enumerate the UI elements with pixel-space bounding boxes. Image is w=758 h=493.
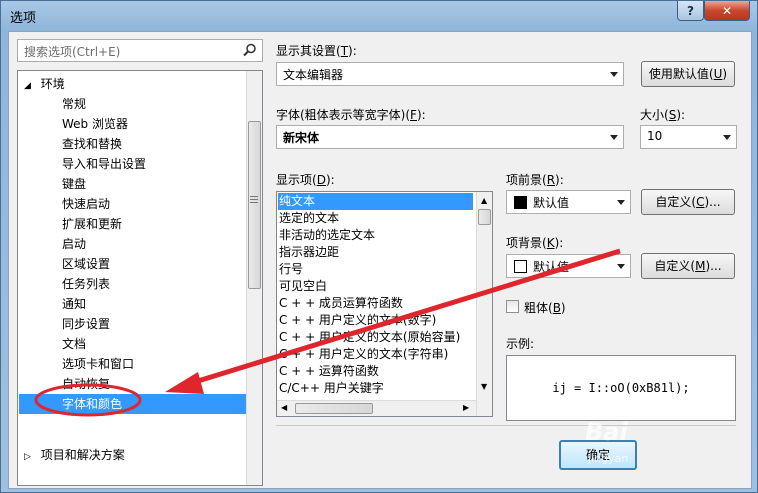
use-defaults-button[interactable]: 使用默认值(U) bbox=[641, 61, 735, 87]
tree-root-label: 项目和解决方案 bbox=[40, 448, 125, 462]
tree-scrollbar[interactable] bbox=[246, 71, 262, 485]
grip-icon bbox=[250, 196, 258, 197]
background-custom-button[interactable]: 自定义(M)... bbox=[641, 253, 735, 279]
dropdown-arrow-icon bbox=[617, 264, 625, 269]
tree-root-label: 环境 bbox=[40, 77, 65, 91]
tree-root-environment[interactable]: ◢ 环境 bbox=[24, 74, 65, 94]
hscroll-thumb[interactable] bbox=[295, 403, 373, 414]
sample-text: ij = I::oO(0xB81l); bbox=[552, 381, 690, 395]
display-items-scrollbar[interactable]: ▲ ▼ bbox=[476, 192, 492, 416]
tree-item[interactable]: 快速启动 bbox=[62, 194, 110, 214]
foreground-combo[interactable]: 默认值 bbox=[506, 190, 631, 214]
close-button[interactable]: ✕ bbox=[704, 1, 750, 21]
tree-scroll-thumb[interactable] bbox=[248, 121, 261, 289]
tree-item[interactable]: 导入和导出设置 bbox=[62, 154, 146, 174]
tree-item[interactable]: 文档 bbox=[62, 334, 86, 354]
dropdown-arrow-icon bbox=[610, 135, 618, 140]
scroll-up-icon[interactable]: ▲ bbox=[481, 196, 487, 205]
background-label: 项背景(K): bbox=[506, 236, 564, 250]
window-title: 选项 bbox=[10, 11, 37, 26]
tree-item[interactable]: 字体和颜色 bbox=[19, 394, 246, 414]
bold-checkbox[interactable] bbox=[506, 300, 519, 313]
options-tree[interactable]: ◢ 环境 常规 Web 浏览器 查找和替换 导入和导出设置 键盘 快速启动 扩展和更新 启动区… bbox=[17, 70, 263, 486]
options-dialog: 选项 ? ✕ 搜索选项(Ctrl+E) ◢ 环境 常规 Web 浏览器 查找和替换导… bbox=[0, 0, 758, 493]
display-items-list[interactable]: 纯文本 选定的文本 非活动的选定文本 指示器边距 行号 可见空白 C + + 成员运算符函数… bbox=[276, 191, 493, 417]
tree-item[interactable]: 选项卡和窗口 bbox=[62, 354, 134, 374]
display-item[interactable]: 可见空白 bbox=[279, 278, 327, 295]
tree-item[interactable]: 通知 bbox=[62, 294, 86, 314]
expand-icon[interactable]: ▷ bbox=[24, 452, 31, 462]
background-value: 默认值 bbox=[533, 260, 570, 274]
display-item[interactable]: C/C++ 用户关键字 bbox=[279, 380, 384, 397]
tree-item[interactable]: 常规 bbox=[62, 94, 86, 114]
font-value: 新宋体 bbox=[283, 131, 320, 145]
tree-item[interactable]: Web 浏览器 bbox=[62, 114, 128, 134]
separator bbox=[276, 425, 736, 426]
tree-item[interactable]: 扩展和更新 bbox=[62, 214, 122, 234]
collapse-icon[interactable]: ◢ bbox=[24, 81, 31, 91]
display-item[interactable]: 指示器边距 bbox=[279, 244, 339, 261]
foreground-custom-button[interactable]: 自定义(C)... bbox=[641, 189, 735, 215]
size-combo[interactable]: 10 bbox=[640, 125, 737, 149]
display-item[interactable]: C + + 用户定义的文本(字符串) bbox=[279, 346, 448, 363]
display-item[interactable]: 选定的文本 bbox=[279, 210, 339, 227]
dropdown-arrow-icon bbox=[610, 72, 618, 77]
tree-item[interactable]: 查找和替换 bbox=[62, 134, 122, 154]
foreground-value: 默认值 bbox=[533, 196, 570, 210]
display-settings-label: 显示其设置(T): bbox=[276, 44, 357, 58]
display-settings-value: 文本编辑器 bbox=[283, 68, 344, 82]
tree-item[interactable]: 任务列表 bbox=[62, 274, 110, 294]
display-items-label: 显示项(D): bbox=[276, 173, 335, 187]
dialog-client-area: 搜索选项(Ctrl+E) ◢ 环境 常规 Web 浏览器 查找和替换 导入和导出设置键… bbox=[8, 31, 752, 489]
display-item[interactable]: C + + 成员运算符函数 bbox=[279, 295, 403, 312]
title-bar[interactable]: 选项 ? ✕ bbox=[1, 1, 758, 31]
scroll-left-icon[interactable]: ◀ bbox=[281, 403, 287, 412]
background-color-swatch bbox=[514, 260, 527, 273]
scroll-down-icon[interactable]: ▼ bbox=[481, 382, 487, 391]
search-input[interactable]: 搜索选项(Ctrl+E) bbox=[17, 39, 263, 62]
display-item[interactable]: 纯文本 bbox=[278, 193, 473, 210]
display-items-hscrollbar[interactable]: ◀ ▶ bbox=[277, 400, 476, 416]
question-icon: ? bbox=[687, 3, 694, 18]
tree-item[interactable]: 键盘 bbox=[62, 174, 86, 194]
display-item[interactable]: C + + 用户定义的文本(原始容量) bbox=[279, 329, 460, 346]
baidu-watermark-sub: jingyan bbox=[588, 452, 629, 465]
close-icon: ✕ bbox=[721, 3, 733, 18]
size-value: 10 bbox=[647, 129, 663, 143]
tree-item[interactable]: 区域设置 bbox=[62, 254, 110, 274]
help-button[interactable]: ? bbox=[677, 1, 704, 21]
display-item[interactable]: C + + 运算符函数 bbox=[279, 363, 379, 380]
sample-preview: ij = I::oO(0xB81l); bbox=[506, 355, 736, 421]
font-label: 字体(粗体表示等宽字体)(F): bbox=[276, 108, 426, 122]
baidu-watermark: Bai bbox=[585, 418, 628, 446]
display-item[interactable]: 非活动的选定文本 bbox=[279, 227, 375, 244]
display-item[interactable]: 行号 bbox=[279, 261, 303, 278]
tree-item[interactable]: 同步设置 bbox=[62, 314, 110, 334]
sample-label: 示例: bbox=[506, 337, 535, 351]
tree-root-projects[interactable]: ▷ 项目和解决方案 bbox=[24, 445, 125, 465]
display-items-scroll-thumb[interactable] bbox=[478, 209, 491, 225]
display-item[interactable]: C + + 用户定义的文本(数字) bbox=[279, 312, 436, 329]
display-settings-combo[interactable]: 文本编辑器 bbox=[276, 62, 624, 86]
foreground-color-swatch bbox=[514, 196, 527, 209]
tree-item[interactable]: 启动 bbox=[62, 234, 86, 254]
bold-label[interactable]: 粗体(B) bbox=[524, 299, 566, 316]
dropdown-arrow-icon bbox=[723, 135, 731, 140]
size-label: 大小(S): bbox=[640, 108, 686, 122]
search-placeholder: 搜索选项(Ctrl+E) bbox=[24, 45, 121, 59]
foreground-label: 项前景(R): bbox=[506, 173, 564, 187]
dropdown-arrow-icon bbox=[617, 200, 625, 205]
background-combo[interactable]: 默认值 bbox=[506, 254, 631, 278]
search-icon[interactable] bbox=[243, 43, 257, 57]
tree-item[interactable]: 自动恢复 bbox=[62, 374, 110, 394]
font-combo[interactable]: 新宋体 bbox=[276, 125, 624, 149]
scroll-right-icon[interactable]: ▶ bbox=[463, 403, 469, 412]
